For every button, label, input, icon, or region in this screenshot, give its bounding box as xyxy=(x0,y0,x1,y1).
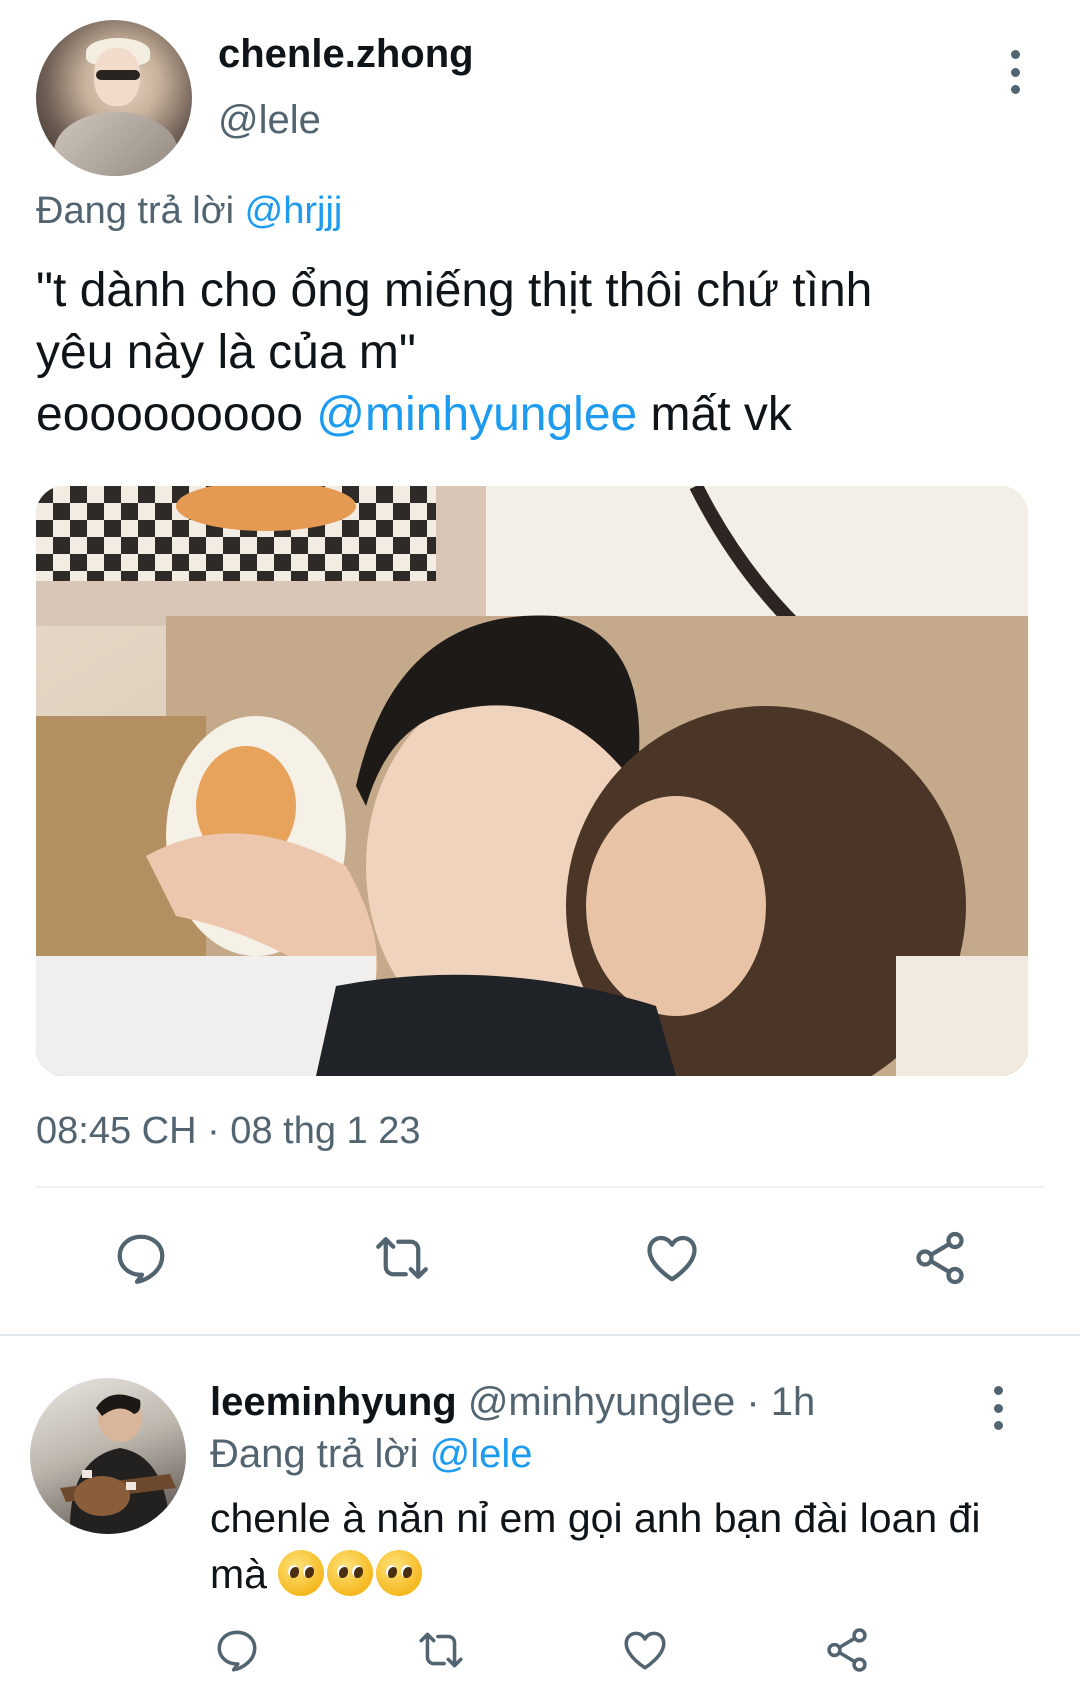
author-handle[interactable]: @lele xyxy=(218,98,321,143)
avatar-shirt xyxy=(54,112,178,176)
reply-replying-prefix: Đang trả lời xyxy=(210,1432,419,1476)
reply-replying-to-line: Đang trả lời @lele xyxy=(210,1432,533,1477)
pleading-face-emoji xyxy=(278,1550,325,1596)
pleading-face-emoji-group xyxy=(278,1550,425,1597)
reply-share-icon[interactable] xyxy=(822,1625,872,1675)
reply-icon[interactable] xyxy=(111,1228,171,1288)
reply-avatar-illustration xyxy=(60,1394,176,1534)
section-divider xyxy=(0,1334,1080,1336)
reply-replying-to-mention[interactable]: @lele xyxy=(430,1432,533,1476)
reply-text-block: chenle à năn nỉ em gọi anh bạn đài loan … xyxy=(210,1490,1030,1602)
tweet-text-suffix: mất vk xyxy=(650,388,792,441)
replying-to-line: Đang trả lời @hrjjj xyxy=(36,190,342,233)
tweet-mention-link[interactable]: @minhyunglee xyxy=(316,388,637,441)
reply-author-avatar[interactable] xyxy=(30,1378,186,1534)
reply-time: · 1h xyxy=(746,1380,816,1424)
author-avatar[interactable] xyxy=(36,20,192,176)
photo-illustration xyxy=(36,486,1028,1076)
replying-prefix: Đang trả lời xyxy=(36,190,235,232)
tweet-text-line-1: "t dành cho ổng miếng thịt thôi chứ tình xyxy=(36,264,873,317)
reply-more-options-icon[interactable] xyxy=(988,1386,1008,1430)
tweet-text-line-3: eooooooooo @minhyunglee mất vk xyxy=(36,384,1036,446)
pleading-face-emoji xyxy=(376,1550,423,1596)
tweet-text-line-2: yêu này là của m" xyxy=(36,326,416,379)
reply-handle[interactable]: @minhyunglee xyxy=(468,1380,735,1424)
avatar-glasses xyxy=(96,70,140,80)
replying-to-mention[interactable]: @hrjjj xyxy=(245,190,343,232)
timestamp-divider xyxy=(36,1186,1044,1188)
author-display-name[interactable]: chenle.zhong xyxy=(218,32,474,77)
reply-reply-icon[interactable] xyxy=(212,1625,262,1675)
more-options-icon[interactable] xyxy=(1005,50,1025,94)
like-icon[interactable] xyxy=(642,1228,702,1288)
reply-header: leeminhyung @minhyunglee · 1h xyxy=(210,1380,815,1425)
reply-retweet-icon[interactable] xyxy=(416,1625,466,1675)
tweet-text-prefix: eooooooooo xyxy=(36,388,303,441)
tweet-text: "t dành cho ổng miếng thịt thôi chứ tình… xyxy=(36,260,1036,446)
pleading-face-emoji xyxy=(327,1550,374,1596)
reply-display-name[interactable]: leeminhyung xyxy=(210,1380,457,1424)
share-icon[interactable] xyxy=(910,1228,970,1288)
tweet-media-photo[interactable] xyxy=(36,486,1028,1076)
tweet-timestamp[interactable]: 08:45 CH · 08 thg 1 23 xyxy=(36,1110,420,1153)
reply-like-icon[interactable] xyxy=(620,1625,670,1675)
retweet-icon[interactable] xyxy=(372,1228,432,1288)
